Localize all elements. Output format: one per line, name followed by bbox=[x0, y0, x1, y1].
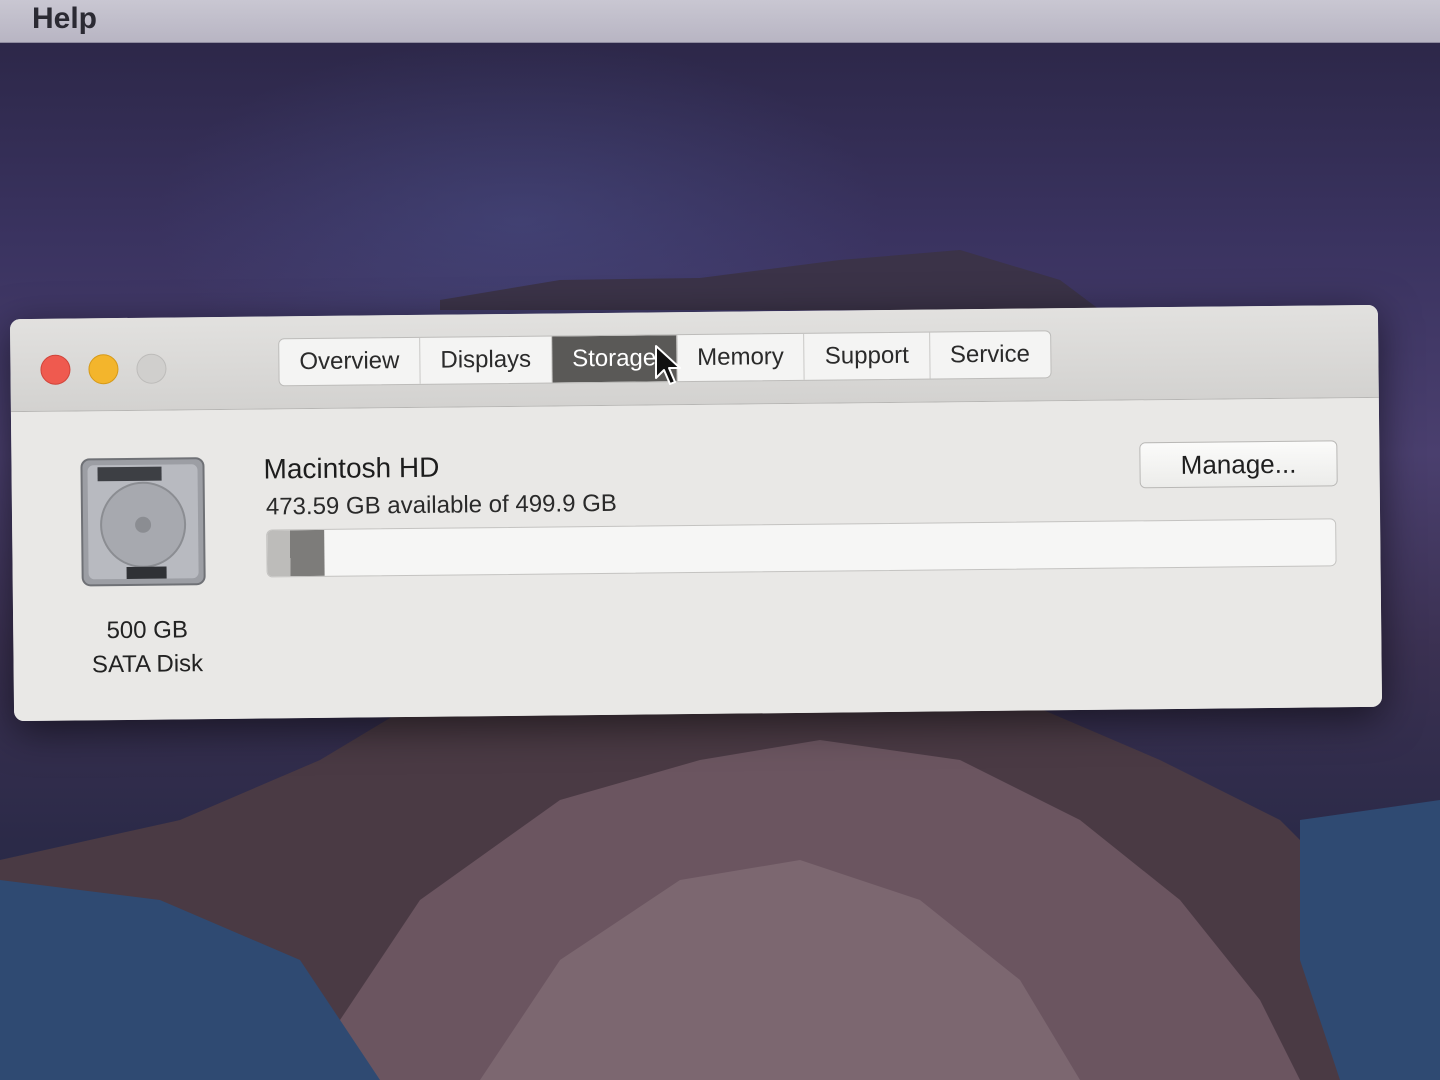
window-titlebar: Overview Displays Storage Memory Support… bbox=[9, 304, 1379, 413]
pointer-cursor-icon bbox=[655, 345, 681, 385]
about-this-mac-window: Overview Displays Storage Memory Support… bbox=[9, 304, 1383, 722]
menu-help[interactable]: Help bbox=[32, 2, 97, 36]
volume-available: 473.59 GB available of 499.9 GB bbox=[265, 489, 617, 521]
volume-name: Macintosh HD bbox=[263, 451, 440, 485]
tab-support[interactable]: Support bbox=[804, 332, 931, 380]
zoom-icon[interactable] bbox=[136, 353, 167, 384]
close-icon[interactable] bbox=[40, 354, 71, 385]
manage-button[interactable]: Manage... bbox=[1139, 440, 1338, 489]
tab-overview[interactable]: Overview bbox=[279, 337, 421, 386]
storage-panel: 500 GB SATA Disk Macintosh HD 473.59 GB … bbox=[10, 397, 1383, 722]
disk-type: SATA Disk bbox=[91, 650, 204, 679]
tab-memory[interactable]: Memory bbox=[676, 333, 806, 382]
storage-usage-bar bbox=[266, 518, 1337, 578]
hard-disk-icon bbox=[80, 457, 206, 587]
disk-capacity: 500 GB bbox=[106, 616, 189, 645]
tab-service[interactable]: Service bbox=[930, 331, 1051, 378]
tab-displays[interactable]: Displays bbox=[420, 336, 553, 384]
minimize-icon[interactable] bbox=[88, 354, 119, 385]
storage-usage-fill bbox=[267, 529, 325, 577]
menu-bar: Help bbox=[0, 0, 1440, 43]
